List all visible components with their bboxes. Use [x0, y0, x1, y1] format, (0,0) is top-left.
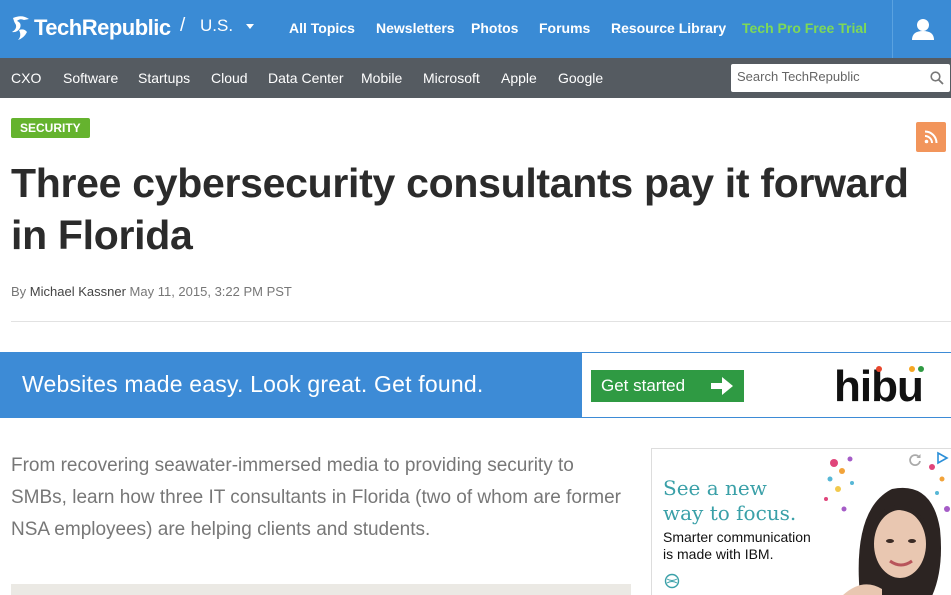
search-input[interactable] — [737, 69, 917, 84]
search-icon[interactable] — [930, 71, 944, 85]
ad-subtext-line: is made with IBM. — [663, 546, 774, 562]
nav-photos[interactable]: Photos — [471, 20, 518, 36]
subnav-mobile[interactable]: Mobile — [361, 70, 402, 86]
subnav-google[interactable]: Google — [558, 70, 603, 86]
brand-name: TechRepublic — [34, 15, 171, 40]
ad-subtext-line: Smarter communication — [663, 529, 811, 545]
logo-swirl-icon — [12, 16, 29, 40]
article-deck: From recovering seawater-immersed media … — [11, 455, 622, 540]
adchoices-icon[interactable] — [935, 451, 949, 465]
subnav-software[interactable]: Software — [63, 70, 118, 86]
get-started-label: Get started — [601, 376, 686, 395]
subnav-cloud[interactable]: Cloud — [211, 70, 248, 86]
ad-subtext: Smarter communication is made with IBM. — [663, 529, 811, 563]
site-logo[interactable]: TechRepublic — [10, 13, 171, 43]
ad-headline-line: way to focus. — [663, 501, 797, 525]
user-icon — [911, 19, 934, 40]
byline: By Michael Kassner May 11, 2015, 3:22 PM… — [11, 284, 292, 299]
search-box — [731, 64, 950, 92]
region-separator: / — [180, 15, 186, 36]
author-link[interactable]: Michael Kassner — [30, 284, 126, 299]
subnav-cxo[interactable]: CXO — [11, 70, 41, 86]
account-button[interactable] — [892, 0, 951, 58]
region-selector[interactable]: U.S. — [200, 16, 233, 36]
rss-button[interactable] — [916, 122, 946, 152]
logo-dot-icon — [909, 366, 915, 372]
subnav-apple[interactable]: Apple — [501, 70, 537, 86]
get-started-button[interactable]: Get started — [591, 370, 744, 402]
subnav-data-center[interactable]: Data Center — [268, 70, 343, 86]
banner-ad-divider — [572, 352, 582, 418]
ad-headline-line: See a new — [663, 476, 767, 500]
rss-icon — [924, 130, 938, 144]
logo-dot-icon — [876, 366, 882, 372]
article-title: Three cybersecurity consultants pay it f… — [11, 160, 909, 258]
ad-portrait-image — [824, 456, 950, 595]
refresh-icon[interactable] — [908, 453, 922, 467]
nav-free-trial[interactable]: Tech Pro Free Trial — [742, 20, 867, 36]
publish-date: May 11, 2015, 3:22 PM PST — [129, 284, 292, 299]
nav-forums[interactable]: Forums — [539, 20, 590, 36]
nav-resource-library[interactable]: Resource Library — [611, 20, 726, 36]
nav-all-topics[interactable]: All Topics — [289, 20, 355, 36]
chevron-down-icon[interactable] — [246, 24, 254, 29]
divider — [11, 321, 951, 322]
banner-ad-text: Websites made easy. Look great. Get foun… — [22, 371, 484, 397]
article-hero-image — [11, 584, 631, 595]
globe-icon — [664, 573, 680, 589]
subnav-startups[interactable]: Startups — [138, 70, 190, 86]
ad-headline: See a new way to focus. — [663, 476, 796, 526]
arrow-right-icon — [711, 377, 733, 395]
logo-dot-icon — [918, 366, 924, 372]
side-ad[interactable]: See a new way to focus. Smarter communic… — [651, 448, 951, 595]
category-badge[interactable]: SECURITY — [11, 118, 90, 138]
subnav-microsoft[interactable]: Microsoft — [423, 70, 480, 86]
byline-label: By — [11, 284, 27, 299]
nav-newsletters[interactable]: Newsletters — [376, 20, 455, 36]
